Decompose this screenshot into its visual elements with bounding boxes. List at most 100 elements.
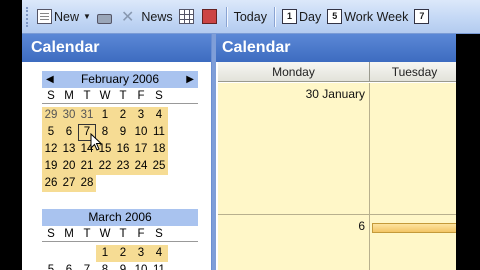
date-navigator-month-header: ◀ February 2006 ▶ — [42, 71, 198, 88]
dow-label: M — [64, 90, 74, 102]
work-week-calendar-icon: 5 — [327, 9, 343, 24]
calendar-day[interactable]: 21 — [78, 158, 96, 175]
calendar-view-title: Calendar — [216, 34, 456, 62]
day-cell-monday-week1[interactable]: 30 January — [218, 83, 370, 215]
nav-pane-title: Calendar — [22, 34, 211, 62]
calendar-day[interactable]: 4 — [150, 107, 168, 124]
calendar-day[interactable]: 31 — [78, 107, 96, 124]
mouse-pointer-icon — [90, 133, 102, 151]
calendar-day[interactable]: 6 — [60, 262, 78, 270]
calendar-day[interactable]: 19 — [42, 158, 60, 175]
calendar-day[interactable]: 11 — [150, 124, 168, 141]
calendar-day[interactable]: 13 — [60, 141, 78, 158]
week-view-button[interactable]: 7 — [411, 5, 434, 29]
calendar-day[interactable]: 18 — [150, 141, 168, 158]
day-view-button[interactable]: 1 Day — [279, 5, 324, 29]
grid-button[interactable] — [176, 5, 199, 29]
standard-toolbar: New ▼ ✕ News Today 1 Day 5 Work Week 7 — [22, 0, 480, 34]
left-edge-strip — [0, 0, 22, 270]
dow-label: S — [155, 90, 163, 102]
day-cell-date-label: 30 January — [305, 87, 365, 101]
calendar-day[interactable]: 23 — [114, 158, 132, 175]
calendar-day[interactable]: 30 — [60, 107, 78, 124]
calendar-day[interactable]: 6 — [60, 124, 78, 141]
dow-label: S — [47, 228, 55, 240]
dow-label: T — [119, 228, 127, 240]
print-icon — [96, 13, 112, 24]
day-column-header-monday[interactable]: Monday — [218, 62, 370, 82]
calendar-day-empty — [96, 175, 114, 192]
dow-label: F — [137, 228, 145, 240]
today-button[interactable]: Today — [231, 5, 270, 29]
calendar-day[interactable]: 16 — [114, 141, 132, 158]
calendar-day[interactable]: 25 — [150, 158, 168, 175]
new-item-icon — [37, 9, 52, 24]
address-book-button[interactable] — [199, 5, 222, 29]
dow-label: T — [83, 90, 91, 102]
calendar-day[interactable]: 12 — [42, 141, 60, 158]
new-label: New — [54, 9, 80, 24]
calendar-day[interactable]: 5 — [42, 262, 60, 270]
dow-label: T — [119, 90, 127, 102]
calendar-day[interactable]: 2 — [114, 107, 132, 124]
calendar-day[interactable]: 24 — [132, 158, 150, 175]
dow-label: M — [64, 228, 74, 240]
calendar-day[interactable]: 11 — [150, 262, 168, 270]
today-label: Today — [233, 9, 267, 24]
calendar-day-empty — [60, 245, 78, 262]
calendar-day[interactable]: 20 — [60, 158, 78, 175]
calendar-day[interactable]: 7 — [78, 262, 96, 270]
toolbar-grip[interactable] — [26, 6, 30, 27]
day-calendar-icon: 1 — [281, 9, 297, 24]
calendar-day[interactable]: 1 — [96, 107, 114, 124]
calendar-day[interactable]: 5 — [42, 124, 60, 141]
day-column-header-tuesday[interactable]: Tuesday — [370, 62, 456, 82]
day-cell-tuesday-week1[interactable] — [370, 83, 456, 215]
calendar-day[interactable]: 9 — [114, 124, 132, 141]
calendar-day[interactable]: 3 — [132, 245, 150, 262]
next-month-arrow-icon[interactable]: ▶ — [186, 71, 194, 88]
toolbar-separator — [273, 6, 275, 27]
calendar-day[interactable]: 28 — [78, 175, 96, 192]
right-edge-strip — [456, 34, 480, 270]
dow-label: W — [99, 90, 111, 102]
day-cell-date-label: 6 — [358, 219, 365, 233]
calendar-day[interactable]: 8 — [96, 262, 114, 270]
calendar-day[interactable]: 26 — [42, 175, 60, 192]
previous-month-arrow-icon[interactable]: ◀ — [46, 71, 54, 88]
day-of-week-row: S M T W T F S — [42, 228, 198, 242]
day-label: Day — [298, 9, 322, 24]
calendar-day[interactable]: 3 — [132, 107, 150, 124]
calendar-day[interactable]: 4 — [150, 245, 168, 262]
calendar-day[interactable]: 10 — [132, 124, 150, 141]
dow-label: T — [83, 228, 91, 240]
calendar-day[interactable]: 2 — [114, 245, 132, 262]
dow-label: S — [155, 228, 163, 240]
day-cell-monday-week2[interactable]: 6 — [218, 215, 370, 270]
calendar-week-row: 5 6 7 8 9 10 11 — [42, 262, 198, 270]
print-button[interactable] — [94, 5, 117, 29]
date-navigator-month-header: March 2006 — [42, 209, 198, 226]
work-week-view-button[interactable]: 5 Work Week — [324, 5, 411, 29]
delete-icon[interactable]: ✕ — [121, 7, 134, 27]
dow-label: F — [137, 90, 145, 102]
calendar-day[interactable]: 27 — [60, 175, 78, 192]
calendar-day[interactable]: 1 — [96, 245, 114, 262]
calendar-day-empty — [42, 245, 60, 262]
calendar-day-empty — [78, 245, 96, 262]
work-week-label: Work Week — [344, 9, 409, 24]
calendar-day-empty — [114, 175, 132, 192]
calendar-day-empty — [132, 175, 150, 192]
calendar-day[interactable]: 9 — [114, 262, 132, 270]
dropdown-arrow-icon[interactable]: ▼ — [83, 12, 91, 21]
calendar-day[interactable]: 29 — [42, 107, 60, 124]
day-cell-tuesday-week2[interactable] — [370, 215, 456, 270]
calendar-day[interactable]: 10 — [132, 262, 150, 270]
calendar-week-row: 1 2 3 4 — [42, 245, 198, 262]
new-button[interactable]: New ▼ — [34, 5, 94, 29]
day-of-week-row: S M T W T F S — [42, 90, 198, 104]
calendar-day[interactable]: 22 — [96, 158, 114, 175]
news-button[interactable]: News — [138, 5, 175, 29]
appointment-bar[interactable] — [372, 223, 456, 233]
calendar-day[interactable]: 17 — [132, 141, 150, 158]
